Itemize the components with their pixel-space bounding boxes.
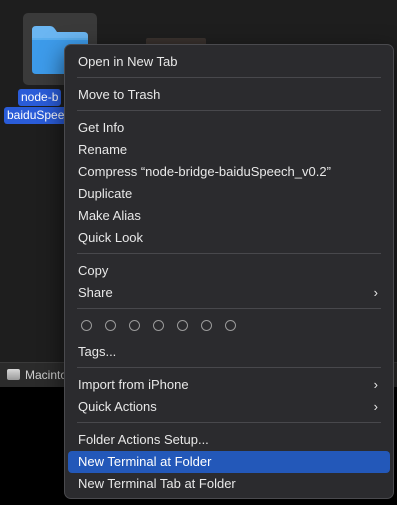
tag-circle-icon[interactable] [129, 320, 140, 331]
tag-circle-icon[interactable] [153, 320, 164, 331]
menu-item-label: Make Alias [78, 208, 141, 223]
context-menu: Open in New Tab Move to Trash Get Info R… [64, 44, 394, 499]
menu-item-tags[interactable]: Tags... [68, 341, 390, 363]
menu-item-label: Folder Actions Setup... [78, 432, 209, 447]
menu-item-rename[interactable]: Rename [68, 139, 390, 161]
menu-item-get-info[interactable]: Get Info [68, 117, 390, 139]
folder-name-line2: baiduSpee [4, 107, 68, 124]
menu-item-label: Duplicate [78, 186, 133, 201]
menu-item-make-alias[interactable]: Make Alias [68, 205, 390, 227]
menu-item-label: Share [78, 285, 113, 300]
menu-item-duplicate[interactable]: Duplicate [68, 183, 390, 205]
tag-circle-icon[interactable] [177, 320, 188, 331]
tag-circle-icon[interactable] [81, 320, 92, 331]
menu-item-label: Move to Trash [78, 87, 161, 102]
menu-item-import-from-iphone[interactable]: Import from iPhone › [68, 374, 390, 396]
menu-separator [77, 110, 381, 111]
menu-item-label: Import from iPhone [78, 377, 189, 392]
menu-item-label: Quick Look [78, 230, 144, 245]
tag-circle-icon[interactable] [201, 320, 212, 331]
path-bar-disk-label[interactable]: Macinto [25, 363, 67, 387]
menu-item-label: Copy [78, 263, 109, 278]
menu-item-label: Quick Actions [78, 399, 157, 414]
menu-item-label: New Terminal at Folder [78, 454, 212, 469]
menu-item-new-terminal-at-folder[interactable]: New Terminal at Folder [68, 451, 390, 473]
tag-circle-icon[interactable] [105, 320, 116, 331]
menu-item-label: Open in New Tab [78, 54, 178, 69]
menu-item-compress[interactable]: Compress “node-bridge-baiduSpeech_v0.2” [68, 161, 390, 183]
menu-separator [77, 308, 381, 309]
menu-item-label: Rename [78, 142, 128, 157]
menu-item-label: Get Info [78, 120, 125, 135]
menu-item-quick-look[interactable]: Quick Look [68, 227, 390, 249]
menu-separator [77, 77, 381, 78]
chevron-right-icon: › [373, 285, 378, 300]
menu-separator [77, 422, 381, 423]
menu-item-label: Compress “node-bridge-baiduSpeech_v0.2” [78, 164, 331, 179]
menu-item-copy[interactable]: Copy [68, 260, 390, 282]
menu-separator [77, 253, 381, 254]
menu-item-share[interactable]: Share › [68, 282, 390, 304]
tag-circle-icon[interactable] [225, 320, 236, 331]
chevron-right-icon: › [373, 399, 378, 414]
menu-item-new-terminal-tab-at-folder[interactable]: New Terminal Tab at Folder [68, 473, 390, 495]
hard-disk-icon [7, 369, 20, 380]
menu-item-quick-actions[interactable]: Quick Actions › [68, 396, 390, 418]
menu-item-move-to-trash[interactable]: Move to Trash [68, 84, 390, 106]
menu-item-label: Tags... [78, 344, 117, 359]
menu-item-folder-actions-setup[interactable]: Folder Actions Setup... [68, 429, 390, 451]
chevron-right-icon: › [373, 377, 378, 392]
menu-item-open-in-new-tab[interactable]: Open in New Tab [68, 51, 390, 73]
menu-item-label: New Terminal Tab at Folder [78, 476, 236, 491]
folder-name-line1: node-b [18, 89, 62, 106]
menu-separator [77, 367, 381, 368]
